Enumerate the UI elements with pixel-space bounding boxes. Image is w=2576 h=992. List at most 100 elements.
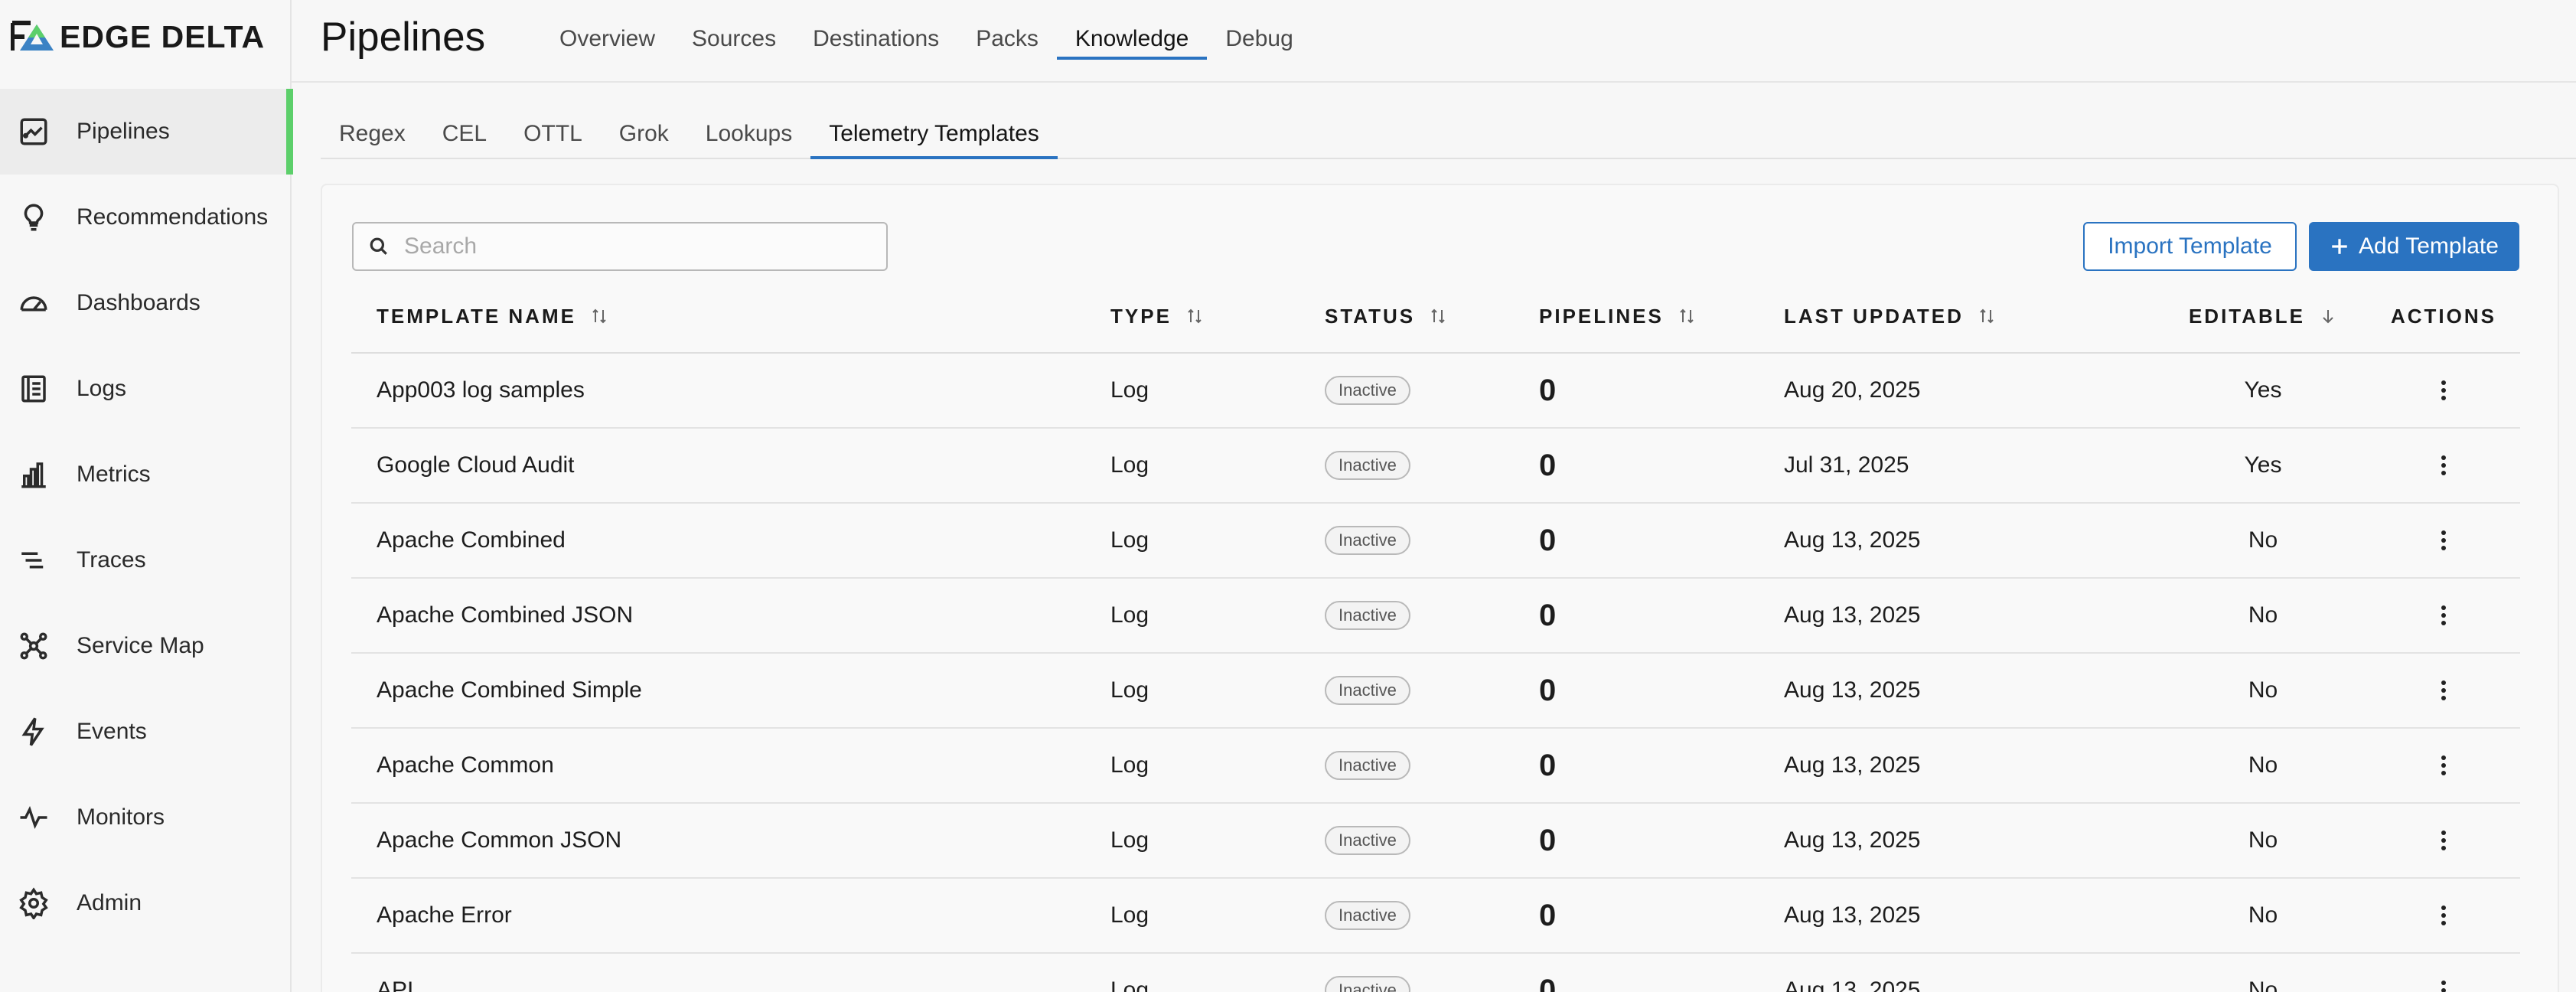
last-updated: Aug 13, 2025 — [1784, 977, 1921, 992]
sidebar-item-dashboards[interactable]: Dashboards — [0, 260, 292, 346]
column-type[interactable]: TYPE — [1110, 305, 1325, 328]
template-type: Log — [1110, 677, 1149, 703]
search-icon — [370, 237, 387, 255]
template-name[interactable]: API — [351, 977, 1110, 992]
more-actions-icon[interactable] — [2428, 900, 2459, 931]
sidebar-item-monitors[interactable]: Monitors — [0, 775, 292, 860]
import-template-button[interactable]: Import Template — [2083, 222, 2297, 271]
template-type: Log — [1110, 377, 1149, 403]
more-actions-icon[interactable] — [2428, 600, 2459, 631]
template-name[interactable]: Apache Combined Simple — [351, 677, 1110, 703]
status-cell: Inactive — [1325, 976, 1539, 992]
table-row[interactable]: Apache Combined JSON Log Inactive 0 Aug … — [351, 579, 2520, 654]
templates-table: TEMPLATE NAME TYPE STATUS PIPELINES LAST… — [351, 280, 2520, 992]
table-row[interactable]: API Log Inactive 0 Aug 13, 2025 No — [351, 954, 2520, 992]
sidebar-item-label: Monitors — [77, 804, 165, 830]
column-actions: ACTIONS — [2367, 305, 2520, 328]
tab-overview[interactable]: Overview — [541, 23, 673, 60]
template-name[interactable]: Apache Common — [351, 752, 1110, 778]
template-name[interactable]: Apache Combined JSON — [351, 602, 1110, 628]
template-type: Log — [1110, 977, 1149, 992]
template-name[interactable]: Apache Common JSON — [351, 827, 1110, 853]
edge-delta-logo[interactable]: EDGE DELTA — [11, 18, 265, 55]
status-badge: Inactive — [1325, 526, 1410, 555]
tab-packs[interactable]: Packs — [957, 23, 1057, 60]
subtab-grok[interactable]: Grok — [601, 121, 687, 158]
pipelines-count: 0 — [1539, 973, 1557, 992]
actions-cell — [2367, 825, 2520, 856]
template-name[interactable]: Apache Error — [351, 902, 1110, 928]
column-editable[interactable]: EDITABLE — [2159, 305, 2367, 328]
traces-icon — [17, 543, 51, 577]
tab-debug[interactable]: Debug — [1207, 23, 1311, 60]
status-cell: Inactive — [1325, 826, 1539, 855]
pipelines-count: 0 — [1539, 448, 1557, 482]
sort-icon — [1680, 308, 1694, 324]
column-label: TEMPLATE NAME — [377, 304, 576, 328]
last-updated: Aug 20, 2025 — [1784, 377, 1921, 403]
more-actions-icon[interactable] — [2428, 750, 2459, 781]
column-pipelines[interactable]: PIPELINES — [1539, 305, 1784, 328]
table-row[interactable]: Apache Common Log Inactive 0 Aug 13, 202… — [351, 729, 2520, 804]
template-name[interactable]: Google Cloud Audit — [351, 452, 1110, 478]
table-row[interactable]: Apache Combined Simple Log Inactive 0 Au… — [351, 654, 2520, 729]
status-badge: Inactive — [1325, 901, 1410, 930]
template-name[interactable]: Apache Combined — [351, 527, 1110, 553]
template-name[interactable]: App003 log samples — [351, 377, 1110, 403]
pipelines-count: 0 — [1539, 598, 1557, 632]
sort-descending-icon — [2323, 310, 2333, 324]
status-badge: Inactive — [1325, 676, 1410, 705]
table-row[interactable]: Apache Error Log Inactive 0 Aug 13, 2025… — [351, 879, 2520, 954]
sidebar-item-metrics[interactable]: Metrics — [0, 432, 292, 517]
sidebar-item-recommendations[interactable]: Recommendations — [0, 175, 292, 260]
plus-icon — [2332, 239, 2347, 254]
sidebar-nav: Pipelines Recommendations Dashboards Log… — [0, 89, 293, 946]
editable-value: Yes — [2244, 377, 2282, 403]
add-template-button[interactable]: Add Template — [2309, 222, 2519, 271]
more-actions-icon[interactable] — [2428, 825, 2459, 856]
column-label: PIPELINES — [1539, 304, 1664, 328]
sidebar: EDGE DELTA Pipelines Recommendations Das… — [0, 0, 293, 992]
more-actions-icon[interactable] — [2428, 375, 2459, 406]
template-type: Log — [1110, 752, 1149, 778]
sidebar-item-logs[interactable]: Logs — [0, 346, 292, 432]
table-row[interactable]: App003 log samples Log Inactive 0 Aug 20… — [351, 354, 2520, 429]
search-input[interactable] — [404, 233, 863, 259]
tab-sources[interactable]: Sources — [673, 23, 794, 60]
template-type: Log — [1110, 527, 1149, 553]
subtab-regex[interactable]: Regex — [321, 121, 424, 158]
search-box[interactable] — [352, 222, 888, 271]
sidebar-item-service-map[interactable]: Service Map — [0, 603, 292, 689]
status-badge: Inactive — [1325, 601, 1410, 630]
sort-icon — [592, 308, 606, 324]
more-actions-icon[interactable] — [2428, 675, 2459, 706]
column-last-updated[interactable]: LAST UPDATED — [1784, 305, 2159, 328]
table-row[interactable]: Apache Common JSON Log Inactive 0 Aug 13… — [351, 804, 2520, 879]
more-actions-icon[interactable] — [2428, 525, 2459, 556]
subtab-cel[interactable]: CEL — [424, 121, 505, 158]
sidebar-item-events[interactable]: Events — [0, 689, 292, 775]
pipelines-cell: 0 — [1539, 674, 1784, 708]
status-badge: Inactive — [1325, 751, 1410, 780]
sidebar-item-traces[interactable]: Traces — [0, 517, 292, 603]
editable-value: No — [2248, 602, 2278, 628]
table-row[interactable]: Google Cloud Audit Log Inactive 0 Jul 31… — [351, 429, 2520, 504]
editable-value: No — [2248, 902, 2278, 928]
sidebar-item-admin[interactable]: Admin — [0, 860, 292, 946]
sidebar-item-pipelines[interactable]: Pipelines — [0, 89, 293, 175]
column-template-name[interactable]: TEMPLATE NAME — [351, 305, 1110, 328]
tab-knowledge[interactable]: Knowledge — [1056, 23, 1208, 60]
column-status[interactable]: STATUS — [1325, 305, 1539, 328]
actions-cell — [2367, 375, 2520, 406]
status-badge: Inactive — [1325, 376, 1410, 405]
tab-destinations[interactable]: Destinations — [794, 23, 957, 60]
status-badge: Inactive — [1325, 826, 1410, 855]
table-row[interactable]: Apache Combined Log Inactive 0 Aug 13, 2… — [351, 504, 2520, 579]
subtab-ottl[interactable]: OTTL — [505, 121, 601, 158]
subtab-lookups[interactable]: Lookups — [687, 121, 810, 158]
more-actions-icon[interactable] — [2428, 975, 2459, 992]
more-actions-icon[interactable] — [2428, 450, 2459, 481]
pipelines-cell: 0 — [1539, 749, 1784, 783]
lightbulb-icon — [17, 201, 51, 234]
subtab-telemetry-templates[interactable]: Telemetry Templates — [810, 121, 1058, 159]
